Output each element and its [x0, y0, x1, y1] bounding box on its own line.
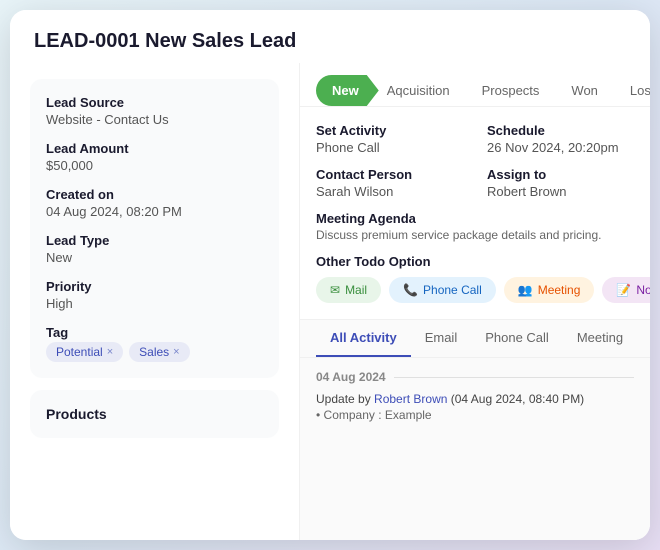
assign-to-label: Assign to	[487, 167, 634, 182]
remove-sales-tag[interactable]: ×	[173, 346, 179, 358]
set-activity-label: Set Activity	[316, 123, 463, 138]
other-todo-section: Other Todo Option ✉ Mail 📞 Phone Call 👥	[316, 254, 634, 303]
tags-row: Potential × Sales ×	[46, 342, 263, 362]
left-panel: Lead Source Website - Contact Us Lead Am…	[10, 63, 300, 540]
company-line: • Company : Example	[316, 408, 634, 422]
todo-note-button[interactable]: 📝 Note	[602, 277, 650, 303]
pipeline-tabs: New Aqcuisition Prospects Won Lost	[300, 63, 650, 107]
app-window: LEAD-0001 New Sales Lead Lead Source Web…	[10, 10, 650, 540]
set-activity-value: Phone Call	[316, 140, 463, 155]
created-on-value: 04 Aug 2024, 08:20 PM	[46, 204, 263, 219]
lead-type-value: New	[46, 250, 263, 265]
pipeline-tab-new[interactable]: New	[316, 75, 379, 106]
log-tab-phone-call[interactable]: Phone Call	[471, 320, 563, 357]
log-entry: Update by Robert Brown (04 Aug 2024, 08:…	[316, 392, 634, 422]
tag-sales: Sales ×	[129, 342, 189, 362]
created-on-field: Created on 04 Aug 2024, 08:20 PM	[46, 187, 263, 219]
remove-potential-tag[interactable]: ×	[107, 346, 113, 358]
info-card: Lead Source Website - Contact Us Lead Am…	[30, 79, 279, 378]
tag-label: Tag	[46, 325, 263, 340]
set-activity-field: Set Activity Phone Call	[316, 123, 463, 155]
priority-field: Priority High	[46, 279, 263, 311]
activity-grid: Set Activity Phone Call Schedule 26 Nov …	[316, 123, 634, 199]
log-tab-meeting[interactable]: Meeting	[563, 320, 637, 357]
products-card: Products	[30, 390, 279, 438]
right-panel: New Aqcuisition Prospects Won Lost Set A…	[300, 63, 650, 540]
log-tab-email[interactable]: Email	[411, 320, 472, 357]
meeting-agenda: Meeting Agenda Discuss premium service p…	[316, 211, 634, 242]
lead-amount-value: $50,000	[46, 158, 263, 173]
lead-source-field: Lead Source Website - Contact Us	[46, 95, 263, 127]
page-title: LEAD-0001 New Sales Lead	[34, 30, 626, 53]
note-label: Note	[636, 283, 650, 297]
meeting-icon: 👥	[518, 283, 533, 297]
phone-label: Phone Call	[423, 283, 482, 297]
other-todo-label: Other Todo Option	[316, 254, 634, 269]
meeting-agenda-label: Meeting Agenda	[316, 211, 634, 226]
lead-amount-field: Lead Amount $50,000	[46, 141, 263, 173]
update-author-link[interactable]: Robert Brown	[374, 392, 447, 406]
meeting-label: Meeting	[538, 283, 581, 297]
priority-value: High	[46, 296, 263, 311]
todo-buttons-row: ✉ Mail 📞 Phone Call 👥 Meeting 📝	[316, 277, 634, 303]
priority-label: Priority	[46, 279, 263, 294]
assign-to-value: Robert Brown	[487, 184, 634, 199]
products-label: Products	[46, 406, 263, 422]
log-tabs: All Activity Email Phone Call Meeting	[300, 320, 650, 358]
contact-person-value: Sarah Wilson	[316, 184, 463, 199]
schedule-label: Schedule	[487, 123, 634, 138]
mail-label: Mail	[345, 283, 367, 297]
todo-mail-button[interactable]: ✉ Mail	[316, 277, 381, 303]
pipeline-tab-prospects[interactable]: Prospects	[466, 75, 556, 106]
pipeline-tab-won[interactable]: Won	[555, 75, 614, 106]
assign-to-field: Assign to Robert Brown	[487, 167, 634, 199]
header: LEAD-0001 New Sales Lead	[10, 10, 650, 63]
tag-potential: Potential ×	[46, 342, 123, 362]
activity-section: Set Activity Phone Call Schedule 26 Nov …	[300, 107, 650, 320]
todo-meeting-button[interactable]: 👥 Meeting	[504, 277, 595, 303]
main-content: Lead Source Website - Contact Us Lead Am…	[10, 63, 650, 540]
update-line: Update by Robert Brown (04 Aug 2024, 08:…	[316, 392, 634, 406]
schedule-field: Schedule 26 Nov 2024, 20:20pm	[487, 123, 634, 155]
log-tab-all-activity[interactable]: All Activity	[316, 320, 411, 357]
created-on-label: Created on	[46, 187, 263, 202]
tag-field: Tag Potential × Sales ×	[46, 325, 263, 362]
lead-source-value: Website - Contact Us	[46, 112, 263, 127]
log-content: 04 Aug 2024 Update by Robert Brown (04 A…	[300, 358, 650, 540]
log-date-header: 04 Aug 2024	[316, 370, 634, 384]
schedule-value: 26 Nov 2024, 20:20pm	[487, 140, 634, 155]
lead-type-label: Lead Type	[46, 233, 263, 248]
pipeline-tab-acquisition[interactable]: Aqcuisition	[379, 75, 466, 106]
lead-source-label: Lead Source	[46, 95, 263, 110]
todo-phone-button[interactable]: 📞 Phone Call	[389, 277, 496, 303]
mail-icon: ✉	[330, 283, 340, 297]
meeting-agenda-text: Discuss premium service package details …	[316, 228, 634, 242]
pipeline-tab-lost[interactable]: Lost	[614, 75, 650, 106]
note-icon: 📝	[616, 283, 631, 297]
lead-amount-label: Lead Amount	[46, 141, 263, 156]
contact-person-label: Contact Person	[316, 167, 463, 182]
contact-person-field: Contact Person Sarah Wilson	[316, 167, 463, 199]
phone-icon: 📞	[403, 283, 418, 297]
lead-type-field: Lead Type New	[46, 233, 263, 265]
